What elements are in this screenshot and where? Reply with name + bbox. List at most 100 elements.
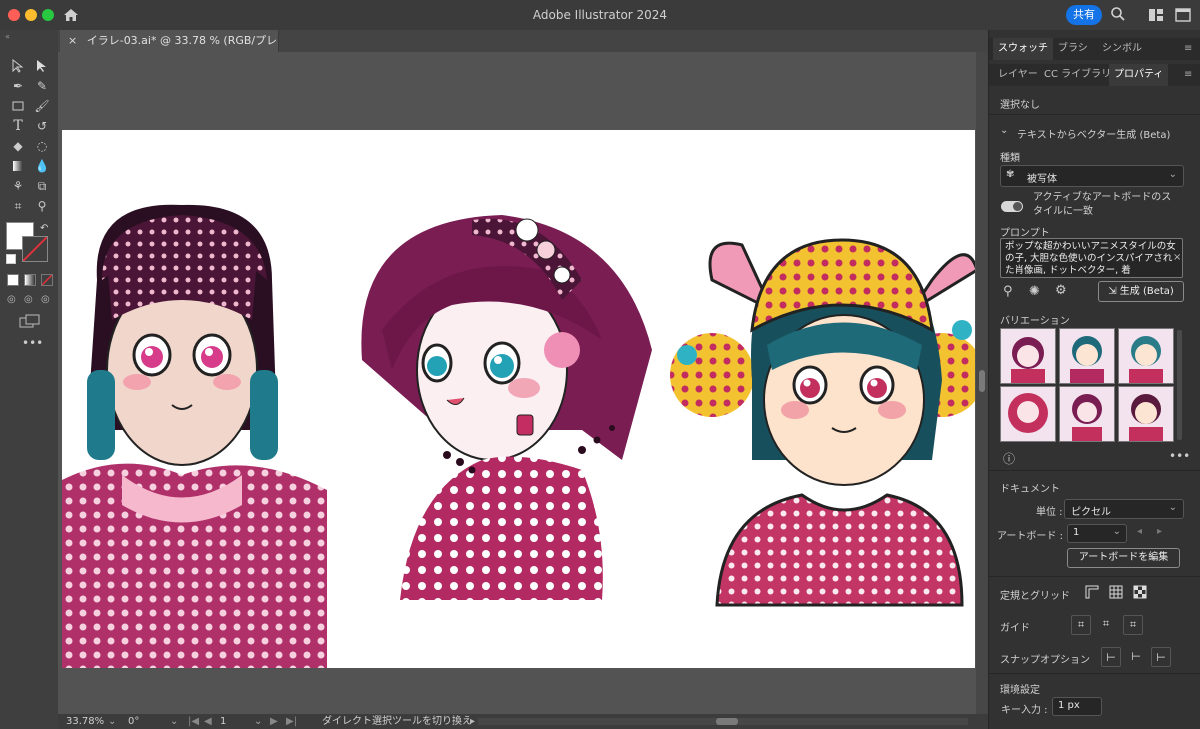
vertical-scroll-thumb[interactable] bbox=[979, 370, 985, 392]
draw-inside-icon[interactable]: ◎ bbox=[41, 294, 50, 305]
grid-icon[interactable] bbox=[1107, 583, 1125, 601]
eyedropper-tool-icon[interactable]: 💧 bbox=[33, 157, 51, 175]
more-options-icon[interactable]: ••• bbox=[1169, 449, 1190, 463]
lock-guides-icon[interactable]: ⌗ bbox=[1097, 615, 1115, 633]
eraser-tool-icon[interactable]: ◆ bbox=[9, 137, 27, 155]
shape-builder-tool-icon[interactable]: ⧉ bbox=[33, 177, 51, 195]
type-tool-icon[interactable]: T bbox=[9, 117, 27, 135]
tool-hint-text: ダイレクト選択ツールを切り換え bbox=[322, 716, 472, 727]
effects-icon[interactable]: ✺ bbox=[1029, 284, 1040, 299]
previous-artboard-icon[interactable]: ◀ bbox=[204, 715, 212, 728]
tab-cc-libraries[interactable]: CC ライブラリ bbox=[1039, 64, 1116, 86]
variation-thumbnail[interactable] bbox=[1059, 386, 1115, 442]
collapse-section-icon[interactable]: ⌄ bbox=[1000, 125, 1008, 136]
tab-swatches[interactable]: スウォッチ bbox=[993, 38, 1053, 60]
arrange-documents-icon[interactable] bbox=[1148, 8, 1164, 25]
clear-prompt-icon[interactable]: × bbox=[1173, 252, 1181, 263]
artboard[interactable] bbox=[62, 130, 984, 668]
style-reference-icon[interactable]: ⚲ bbox=[1003, 284, 1013, 299]
rotation-dropdown-icon[interactable]: ⌄ bbox=[170, 715, 178, 728]
settings-gear-icon[interactable]: ⚙ bbox=[1055, 283, 1067, 298]
type-dropdown[interactable]: ✾ 被写体 ⌄ bbox=[1000, 165, 1184, 187]
blend-tool-icon[interactable]: ⚘ bbox=[9, 177, 27, 195]
share-button[interactable]: 共有 bbox=[1066, 5, 1102, 25]
zoom-dropdown-icon[interactable]: ⌄ bbox=[108, 715, 116, 728]
show-guides-icon[interactable]: ⌗ bbox=[1071, 615, 1091, 635]
chevron-down-icon: ⌄ bbox=[1112, 526, 1121, 537]
generate-button[interactable]: ⇲ 生成 (Beta) bbox=[1098, 281, 1184, 302]
direct-selection-tool-icon[interactable] bbox=[33, 57, 51, 75]
snap-to-glyph-icon[interactable]: ⊢ bbox=[1151, 647, 1171, 667]
panel-menu-icon-2[interactable]: ≡ bbox=[1179, 64, 1197, 86]
zoom-tool-icon[interactable]: ⚲ bbox=[33, 197, 51, 215]
variation-thumbnail[interactable] bbox=[1000, 386, 1056, 442]
curvature-tool-icon[interactable]: ✎ bbox=[33, 77, 51, 95]
stroke-color-swatch[interactable] bbox=[22, 236, 48, 262]
variations-scrollbar[interactable] bbox=[1177, 330, 1182, 440]
tab-symbols[interactable]: シンボル bbox=[1097, 38, 1147, 60]
document-tab[interactable]: × イラレ-03.ai* @ 33.78 % (RGB/プレビュー) bbox=[60, 30, 279, 69]
horizontal-scroll-thumb[interactable] bbox=[716, 718, 738, 725]
tab-layers[interactable]: レイヤー bbox=[993, 64, 1043, 86]
first-artboard-icon[interactable]: |◀ bbox=[188, 715, 199, 728]
variation-thumbnail[interactable] bbox=[1118, 386, 1174, 442]
draw-normal-icon[interactable]: ◎ bbox=[7, 294, 16, 305]
tab-properties[interactable]: プロパティ bbox=[1109, 64, 1169, 86]
prompt-textarea[interactable]: ポップな超かわいいアニメスタイルの女の子, 大胆な色使いのインスパイアされた肖像… bbox=[1000, 238, 1183, 278]
snap-to-point-icon[interactable]: ⊢ bbox=[1101, 647, 1121, 667]
color-mode-icon[interactable] bbox=[7, 274, 19, 286]
selection-tool-icon[interactable] bbox=[9, 57, 27, 75]
default-fill-stroke-icon[interactable] bbox=[6, 254, 16, 264]
rulers-icon[interactable] bbox=[1083, 583, 1101, 601]
close-document-icon[interactable]: × bbox=[68, 34, 77, 47]
status-bar: 33.78% ⌄ 0° ⌄ |◀ ◀ 1 ⌄ ▶ ▶| ダイレクト選択ツールを切… bbox=[58, 714, 988, 729]
gradient-tool-icon[interactable] bbox=[9, 157, 27, 175]
snap-to-pixel-icon[interactable]: ⊢ bbox=[1127, 647, 1145, 665]
variation-thumbnail[interactable] bbox=[1059, 328, 1115, 384]
none-mode-icon[interactable] bbox=[41, 274, 53, 286]
last-artboard-icon[interactable]: ▶| bbox=[286, 715, 297, 728]
info-icon[interactable]: ⓘ bbox=[1003, 450, 1015, 467]
previous-artboard-arrow[interactable]: ◂ bbox=[1137, 526, 1142, 537]
canvas-vertical-scrollbar[interactable] bbox=[976, 52, 988, 714]
draw-behind-icon[interactable]: ◎ bbox=[24, 294, 33, 305]
artboard-nav-dropdown-icon[interactable]: ⌄ bbox=[254, 715, 262, 728]
next-artboard-arrow[interactable]: ▸ bbox=[1157, 526, 1162, 537]
key-input-field[interactable]: 1 px bbox=[1052, 697, 1102, 716]
match-style-toggle[interactable] bbox=[1001, 201, 1023, 212]
search-icon[interactable] bbox=[1110, 6, 1126, 25]
selection-status: 選択なし bbox=[1000, 100, 1040, 111]
smart-guides-icon[interactable]: ⌗ bbox=[1123, 615, 1143, 635]
status-menu-icon[interactable]: ▸ bbox=[470, 715, 475, 728]
illustration-girl-1 bbox=[62, 204, 327, 668]
next-artboard-icon[interactable]: ▶ bbox=[270, 715, 278, 728]
swap-fill-stroke-icon[interactable]: ↶ bbox=[40, 223, 48, 234]
artboard-dropdown[interactable]: 1 ⌄ bbox=[1067, 524, 1127, 543]
edit-toolbar-icon[interactable]: ••• bbox=[22, 336, 43, 350]
screen-mode-icon[interactable] bbox=[19, 314, 41, 331]
rotation-field[interactable]: 0° bbox=[128, 715, 168, 728]
text-to-vector-title[interactable]: テキストからベクター生成 (Beta) bbox=[1017, 126, 1170, 141]
workspace-switcher-icon[interactable] bbox=[1175, 8, 1191, 25]
panel-menu-icon[interactable]: ≡ bbox=[1179, 38, 1197, 60]
tab-brushes[interactable]: ブラシ bbox=[1053, 38, 1093, 60]
generate-button-label: 生成 (Beta) bbox=[1119, 286, 1174, 297]
variation-thumbnail[interactable] bbox=[1000, 328, 1056, 384]
artboard-number-field[interactable]: 1 bbox=[220, 715, 250, 728]
rulers-grids-label: 定規とグリッド bbox=[1000, 591, 1070, 602]
lasso-tool-icon[interactable]: ◌ bbox=[33, 137, 51, 155]
rectangle-tool-icon[interactable] bbox=[9, 97, 27, 115]
rotate-tool-icon[interactable]: ↺ bbox=[33, 117, 51, 135]
collapse-toolbar-icon[interactable]: « bbox=[5, 32, 10, 41]
pen-tool-icon[interactable]: ✒ bbox=[9, 77, 27, 95]
variations-label: バリエーション bbox=[1000, 316, 1070, 327]
horizontal-scrollbar[interactable] bbox=[478, 718, 968, 725]
variation-thumbnail[interactable] bbox=[1118, 328, 1174, 384]
transparency-grid-icon[interactable] bbox=[1131, 583, 1149, 601]
artboard-tool-icon[interactable]: ⌗ bbox=[9, 197, 27, 215]
unit-dropdown[interactable]: ピクセル ⌄ bbox=[1064, 499, 1184, 519]
edit-artboards-button[interactable]: アートボードを編集 bbox=[1067, 548, 1180, 568]
paintbrush-tool-icon[interactable]: 🖌 bbox=[33, 97, 51, 115]
zoom-level-field[interactable]: 33.78% bbox=[66, 715, 108, 728]
gradient-mode-icon[interactable] bbox=[24, 274, 36, 286]
